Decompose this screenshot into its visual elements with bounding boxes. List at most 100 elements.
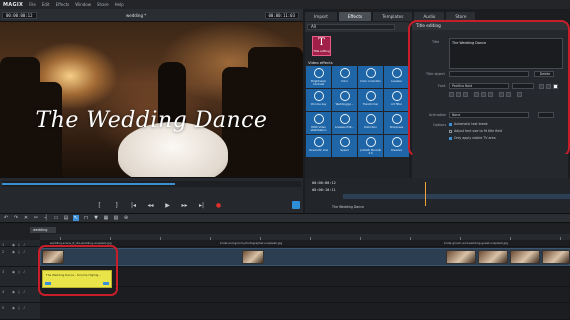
arranger-timecode: 00:00:00:12	[312, 181, 336, 185]
fullscreen-icon[interactable]	[292, 201, 300, 209]
zoom-icon[interactable]: ⊕	[123, 215, 129, 221]
effect-distortion[interactable]: Distortion	[358, 112, 383, 134]
project-name: wedding *	[126, 13, 147, 18]
preview-progress-fill	[2, 183, 176, 185]
menu-window[interactable]: Window	[75, 2, 91, 7]
dissolve-icon	[391, 137, 402, 147]
video-preview[interactable]: The Wedding Dance	[0, 22, 303, 177]
transport-bar: [ ] |◂ ◂◂ ▶ ▸▸ ▸| ●	[0, 177, 303, 213]
preview-progress-bar[interactable]	[2, 181, 301, 187]
title-t-icon: T	[318, 37, 325, 48]
tab-import[interactable]: Import	[305, 12, 337, 21]
track-header-1[interactable]: 1 ◉ ▯ ♪	[0, 240, 40, 247]
track-header-2[interactable]: 2 ◉ ▯ ♪	[0, 247, 40, 267]
effect-lossless[interactable]: Lossless	[384, 66, 409, 88]
track-controls-icon[interactable]: ◉ ▯ ♪	[12, 250, 26, 254]
clip-thumbnail	[446, 250, 476, 264]
lossless-edit-icon	[339, 114, 350, 124]
effect-mercalli[interactable]: proDAD Mercalli 2.0	[358, 135, 383, 157]
clip-label: bride-and-groom-photographer-unsplash.jp…	[220, 241, 283, 245]
fast-forward-icon[interactable]: ▸▸	[180, 201, 189, 209]
effect-lossless-edit[interactable]: Lossless Edit...	[332, 112, 357, 134]
effect-transformer[interactable]: Transformer	[358, 89, 383, 111]
panel-filler	[412, 154, 568, 178]
chroma-key-icon	[313, 91, 324, 101]
arranger-timecode-end: 00:00:10:11	[312, 188, 336, 192]
prev-marker-icon[interactable]: |◂	[129, 201, 138, 209]
next-marker-icon[interactable]: ▸|	[197, 201, 206, 209]
track-5[interactable]	[40, 303, 570, 320]
tab-templates[interactable]: Templates	[373, 12, 413, 21]
copy-icon[interactable]: ▭	[53, 215, 59, 221]
mouse-mode-icon[interactable]: ↖	[73, 215, 79, 221]
effect-dissolve[interactable]: Dissolve	[384, 135, 409, 157]
track-controls-icon[interactable]: ◉ ▯ ♪	[12, 290, 26, 294]
tab-effects[interactable]: Effects	[338, 12, 372, 21]
distortion-icon	[365, 114, 376, 124]
title-editing-button[interactable]: T Title editing	[312, 36, 331, 56]
track-header-5[interactable]: 5 ◉ ▯ ♪	[0, 303, 40, 320]
cinematic-icon	[313, 137, 324, 147]
menu-bar: MAGIX File Edit Effects Window Share Hel…	[0, 0, 570, 9]
menu-edit[interactable]: Edit	[42, 2, 50, 7]
title-editing-label: Title editing	[313, 49, 330, 53]
sequence-tab[interactable]: wedding	[30, 227, 56, 233]
effect-wedding[interactable]: Wedding/go...	[332, 89, 357, 111]
track-header-3[interactable]: 3 ◉ ▯ ♪	[0, 267, 40, 287]
effect-chroma-key[interactable]: Chroma key	[306, 89, 331, 111]
ungroup-icon[interactable]: ▧	[113, 215, 119, 221]
effect-cinematic-look[interactable]: Cinematic look	[306, 135, 331, 157]
timeline-toolbar: ↶ ↷ ✕ ✂ ┤ ▭ ▤ ↖ ⊓ ▼ ▦ ▧ ⊕	[0, 213, 570, 223]
effect-color[interactable]: Color	[332, 66, 357, 88]
brightness-icon	[313, 68, 324, 78]
transport-buttons: [ ] |◂ ◂◂ ▶ ▸▸ ▸| ●	[95, 201, 223, 209]
mark-out-icon[interactable]: ]	[112, 201, 121, 209]
effect-art-filter[interactable]: Art filter	[384, 89, 409, 111]
delete-icon[interactable]: ✕	[23, 215, 29, 221]
arranger-range-bar[interactable]	[343, 194, 570, 199]
menu-help[interactable]: Help	[115, 2, 124, 7]
timecode-duration: 00:00:11:03	[264, 12, 299, 19]
effect-brightness-contrast[interactable]: Brightness/ Contrast	[306, 66, 331, 88]
record-icon[interactable]: ●	[214, 201, 223, 209]
effects-category-select[interactable]: All	[307, 24, 395, 30]
rewind-icon[interactable]: ◂◂	[146, 201, 155, 209]
highlight-title-editing	[408, 20, 570, 157]
play-icon[interactable]: ▶	[163, 201, 172, 209]
speed-icon	[339, 137, 350, 147]
sharpness-icon	[391, 114, 402, 124]
track-controls-icon[interactable]: ◉ ▯ ♪	[12, 270, 26, 274]
menu-effects[interactable]: Effects	[56, 2, 70, 7]
track-header-4[interactable]: 4 ◉ ▯ ♪	[0, 287, 40, 303]
clip-thumbnail	[242, 250, 264, 264]
track-1[interactable]: wedding-scene_6_ide-wedding-unsplash.jpg…	[40, 240, 570, 247]
playhead-marker[interactable]	[425, 182, 426, 206]
effect-sharpness[interactable]: Sharpness	[384, 112, 409, 134]
clip-thumbnail	[510, 250, 540, 264]
effect-color-correction[interactable]: Color correction	[358, 66, 383, 88]
art-filter-icon	[391, 91, 402, 101]
paste-icon[interactable]: ▤	[63, 215, 69, 221]
transformer-icon	[365, 91, 376, 101]
track-4[interactable]	[40, 287, 570, 303]
snap-icon[interactable]: ⊓	[83, 215, 89, 221]
cut-icon[interactable]: ✂	[33, 215, 39, 221]
mark-in-icon[interactable]: [	[95, 201, 104, 209]
menu-file[interactable]: File	[29, 2, 36, 7]
effect-hdr-stabilization[interactable]: HDR/ Video stabilization	[306, 112, 331, 134]
track-2[interactable]	[40, 247, 570, 267]
track-controls-icon[interactable]: ◉ ▯ ♪	[12, 306, 26, 310]
track-3[interactable]	[40, 267, 570, 287]
split-icon[interactable]: ┤	[43, 215, 49, 221]
clip-thumbnail	[478, 250, 508, 264]
timecode-position[interactable]: 00:00:00:12	[2, 12, 37, 19]
effect-speed[interactable]: Speed	[332, 135, 357, 157]
preview-header: 00:00:00:12 wedding * 00:00:11:03	[0, 9, 303, 22]
menu-share[interactable]: Share	[97, 2, 109, 7]
group-icon[interactable]: ▦	[103, 215, 109, 221]
title-overlay[interactable]: The Wedding Dance	[0, 108, 303, 133]
clip-label: bride-groom-and-wedding-guest-unsplash.j…	[444, 241, 508, 245]
undo-icon[interactable]: ↶	[3, 215, 9, 221]
redo-icon[interactable]: ↷	[13, 215, 19, 221]
marker-icon[interactable]: ▼	[93, 215, 99, 221]
